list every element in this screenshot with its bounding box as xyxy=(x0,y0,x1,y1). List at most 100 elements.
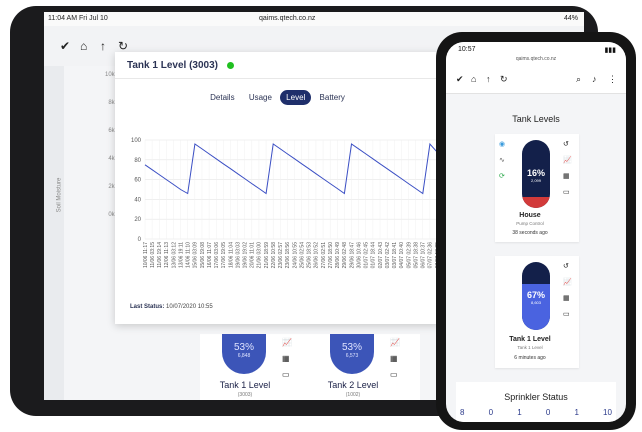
phone-screen: 10:57 ▮▮▮ qaims.qtech.co.nz ✔ ⌂ ↑ ↻ ⌕ ♪ … xyxy=(446,42,626,422)
tank-detail-modal: Tank 1 Level (3003) Details Usage Level … xyxy=(115,52,440,324)
x-tick-label: 21/06 18:59 xyxy=(264,242,270,269)
x-tick-label: 13/06 03:12 xyxy=(171,242,177,269)
bg-tank-card[interactable]: 53% 6,848 📈 ▦ ▭ Tank 1 Level (3003) xyxy=(200,334,312,400)
sprinkler-count: 10 xyxy=(603,408,612,417)
x-tick-label: 15/06 19:08 xyxy=(200,242,206,269)
x-tick-label: 06/07 10:37 xyxy=(421,242,427,269)
bg-tank-card[interactable]: 53% 6,573 📈 ▦ ▭ Tank 2 Level (1002) xyxy=(308,334,420,400)
history-icon[interactable]: ↺ xyxy=(563,262,569,270)
y-tick-label: 40 xyxy=(134,197,141,203)
x-tick-label: 25/06 02:54 xyxy=(299,242,305,269)
battery-icon: ▮▮▮ xyxy=(604,47,616,54)
chart-icon[interactable]: 📈 xyxy=(282,338,292,347)
chart-icon[interactable]: 📈 xyxy=(563,156,572,164)
tank-percent: 53% xyxy=(233,342,254,353)
x-tick-label: 20/06 11:01 xyxy=(250,242,256,268)
arrow-up-icon[interactable]: ↑ xyxy=(486,74,491,84)
home-icon[interactable]: ⌂ xyxy=(80,39,87,53)
sprinkler-count: 8 xyxy=(460,408,465,417)
map-icon[interactable]: ▦ xyxy=(282,354,290,363)
x-tick-label: 27/06 02:51 xyxy=(321,242,327,269)
phone-status-bar: 10:57 ▮▮▮ xyxy=(446,42,626,56)
x-tick-label: 18/06 11:04 xyxy=(228,242,234,268)
double-check-icon[interactable]: ✔ xyxy=(60,39,70,53)
last-status-value: 10/07/2020 10:55 xyxy=(166,304,213,310)
x-tick-label: 01/07 02:45 xyxy=(364,242,370,269)
battery-icon[interactable]: ▭ xyxy=(282,370,290,379)
x-tick-label: 30/06 10:46 xyxy=(356,242,362,269)
battery-icon[interactable]: ▭ xyxy=(563,188,570,196)
tank-name: House xyxy=(519,212,541,219)
x-tick-label: 07/07 02:36 xyxy=(428,242,434,269)
x-tick-label: 19/06 03:03 xyxy=(235,242,241,269)
last-status-label: Last Status: xyxy=(130,304,165,310)
tank-volume: 6,848 xyxy=(237,353,251,359)
x-tick-label: 12/06 11:13 xyxy=(164,242,170,268)
phone-toolbar: ✔ ⌂ ↑ ↻ ⌕ ♪ ⋮ xyxy=(446,66,626,94)
sprinkler-status-card[interactable]: Sprinkler Status 8 0 1 0 1 10 xyxy=(456,382,616,422)
x-tick-label: 22/06 10:58 xyxy=(271,242,277,269)
modal-tabs: Details Usage Level Battery xyxy=(115,90,440,106)
x-tick-label: 29/06 18:47 xyxy=(349,242,355,269)
bell-icon[interactable]: ♪ xyxy=(592,74,597,84)
battery-icon[interactable]: ▭ xyxy=(390,370,398,379)
chart-icon[interactable]: 📈 xyxy=(390,338,400,347)
x-tick-label: 17/06 03:06 xyxy=(214,242,220,269)
x-tick-label: 14/06 11:10 xyxy=(186,242,192,268)
section-title: Tank Levels xyxy=(512,114,560,124)
tank-volume: 2,099 xyxy=(530,178,541,183)
tank-name: Tank 2 Level xyxy=(327,380,379,390)
tank-card-tank1[interactable]: 67% 8,603 ↺ 📈 ▦ ▭ Tank 1 Level Tank 1 Lev… xyxy=(495,256,579,368)
battery-icon[interactable]: ▭ xyxy=(563,310,570,318)
tank-sub: Pump Control xyxy=(516,221,544,226)
map-icon[interactable]: ▦ xyxy=(563,294,570,302)
tab-level[interactable]: Level xyxy=(280,90,312,105)
modal-divider xyxy=(115,78,440,79)
phone-status-time: 10:57 xyxy=(458,46,476,53)
sync-icon[interactable]: ⟳ xyxy=(499,172,505,180)
sprinkler-count: 1 xyxy=(574,408,579,417)
x-tick-label: 13/06 19:11 xyxy=(178,242,184,268)
map-icon[interactable]: ▦ xyxy=(390,354,398,363)
tank-fill xyxy=(522,197,550,208)
more-icon[interactable]: ⋮ xyxy=(608,74,617,85)
search-icon[interactable]: ⌕ xyxy=(576,74,581,85)
x-tick-label: 19/06 19:02 xyxy=(243,242,249,269)
phone-url[interactable]: qaims.qtech.co.nz xyxy=(446,56,626,66)
x-tick-label: 26/06 10:52 xyxy=(314,242,320,269)
x-tick-label: 11/06 19:14 xyxy=(157,242,163,268)
double-check-icon[interactable]: ✔ xyxy=(456,74,464,85)
tab-usage[interactable]: Usage xyxy=(243,90,278,105)
bg-axis-label: Soil Moisture xyxy=(56,177,63,213)
tab-battery[interactable]: Battery xyxy=(314,90,351,105)
series-line xyxy=(144,142,438,195)
info-icon[interactable]: ◉ xyxy=(499,140,505,148)
sprinkler-counts: 8 0 1 0 1 10 xyxy=(460,408,612,417)
sprinkler-count: 0 xyxy=(545,408,551,417)
map-icon[interactable]: ▦ xyxy=(563,172,570,180)
refresh-icon[interactable]: ↻ xyxy=(118,39,128,53)
x-tick-label: 11/06 03:15 xyxy=(150,242,156,268)
y-tick-label: 100 xyxy=(131,138,142,144)
tank-percent: 53% xyxy=(341,342,362,353)
x-tick-label: 17/06 19:05 xyxy=(221,242,227,269)
x-tick-label: 27/06 18:50 xyxy=(328,242,334,269)
tank-gauge: 16% 2,099 xyxy=(522,140,550,208)
home-icon[interactable]: ⌂ xyxy=(471,74,476,84)
tank-volume: 8,603 xyxy=(530,300,541,305)
chart-icon[interactable]: 📈 xyxy=(563,278,572,286)
tank-sub: (1002) xyxy=(345,392,361,398)
tablet-status-bar: 11:04 AM Fri Jul 10 qaims.qtech.co.nz 44… xyxy=(44,12,584,26)
tank-time: 6 minutes ago xyxy=(514,355,546,361)
history-icon[interactable]: ↺ xyxy=(563,140,569,148)
tab-details[interactable]: Details xyxy=(204,90,240,105)
x-tick-label: 16/06 11:07 xyxy=(207,242,213,268)
tank-card-house[interactable]: ◉ ∿ ⟳ 16% 2,099 ↺ 📈 ▦ ▭ House Pump Contro… xyxy=(495,134,579,242)
x-tick-label: 29/06 02:48 xyxy=(342,242,348,269)
tank-sub: (3003) xyxy=(237,392,253,398)
tablet-status-time: 11:04 AM Fri Jul 10 xyxy=(48,15,108,22)
refresh-icon[interactable]: ↻ xyxy=(500,74,508,85)
x-tick-label: 28/06 10:49 xyxy=(335,242,341,269)
arrow-up-icon[interactable]: ↑ xyxy=(100,39,106,53)
tank-gauge: 53% 6,573 xyxy=(330,334,374,374)
